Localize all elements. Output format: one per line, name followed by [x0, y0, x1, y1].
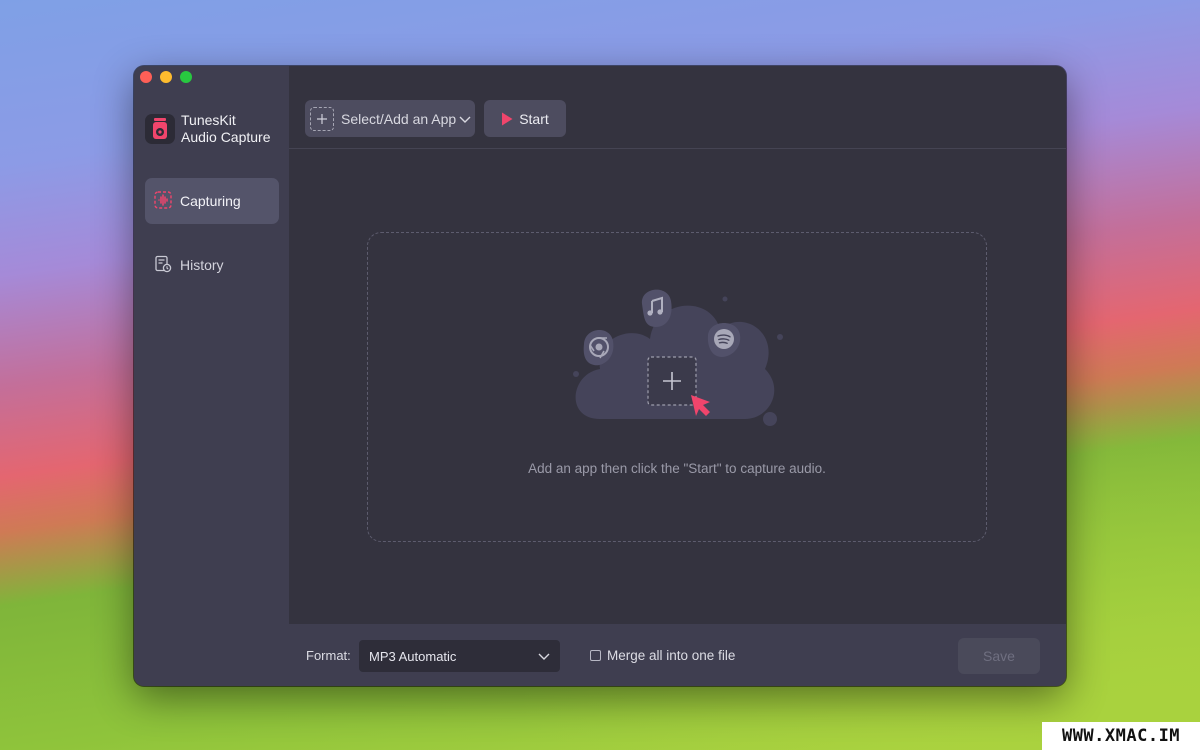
- app-name-line2: Audio Capture: [181, 129, 271, 145]
- sidebar-item-history[interactable]: History: [145, 242, 279, 288]
- sidebar-item-capturing[interactable]: Capturing: [145, 178, 279, 224]
- chevron-down-icon: [537, 651, 551, 661]
- watermark: WWW.XMAC.IM: [1042, 722, 1200, 750]
- sidebar-item-label: History: [180, 257, 224, 273]
- add-app-illustration: [570, 279, 800, 444]
- toolbar: Select/Add an App Start: [289, 66, 1066, 149]
- close-window-button[interactable]: [140, 71, 152, 83]
- save-button[interactable]: Save: [958, 638, 1040, 674]
- history-icon: [154, 255, 172, 276]
- start-button[interactable]: Start: [484, 100, 566, 137]
- music-note-icon: [641, 289, 672, 327]
- merge-label: Merge all into one file: [607, 648, 736, 663]
- main-panel: Select/Add an App Start Add an app then …: [289, 66, 1066, 686]
- sidebar: TunesKit Audio Capture Capturing History: [134, 66, 289, 686]
- waveform-icon: [154, 190, 172, 212]
- zoom-window-button[interactable]: [180, 71, 192, 83]
- sidebar-item-label: Capturing: [180, 193, 241, 209]
- plus-icon: [310, 106, 334, 131]
- select-app-button[interactable]: Select/Add an App: [305, 100, 475, 137]
- select-app-label: Select/Add an App: [341, 110, 457, 127]
- merge-option[interactable]: Merge all into one file: [590, 648, 735, 663]
- app-name-line1: TunesKit: [181, 112, 236, 128]
- window-controls: [140, 71, 192, 83]
- format-label: Format:: [306, 648, 351, 663]
- merge-checkbox[interactable]: [590, 650, 601, 661]
- add-app-icon: [647, 356, 697, 406]
- app-brand: TunesKit Audio Capture: [145, 112, 271, 146]
- play-icon: [501, 112, 513, 126]
- app-name: TunesKit Audio Capture: [181, 112, 271, 146]
- footer-bar: Format: MP3 Automatic Merge all into one…: [289, 624, 1066, 686]
- chevron-down-icon: [458, 114, 472, 124]
- app-window: TunesKit Audio Capture Capturing History…: [134, 66, 1066, 686]
- format-value: MP3 Automatic: [369, 648, 457, 664]
- app-drop-zone[interactable]: Add an app then click the "Start" to cap…: [367, 232, 987, 542]
- drop-zone-hint: Add an app then click the "Start" to cap…: [528, 461, 826, 476]
- format-select[interactable]: MP3 Automatic: [359, 640, 560, 672]
- app-logo-icon: [145, 114, 175, 144]
- minimize-window-button[interactable]: [160, 71, 172, 83]
- start-label: Start: [519, 110, 549, 127]
